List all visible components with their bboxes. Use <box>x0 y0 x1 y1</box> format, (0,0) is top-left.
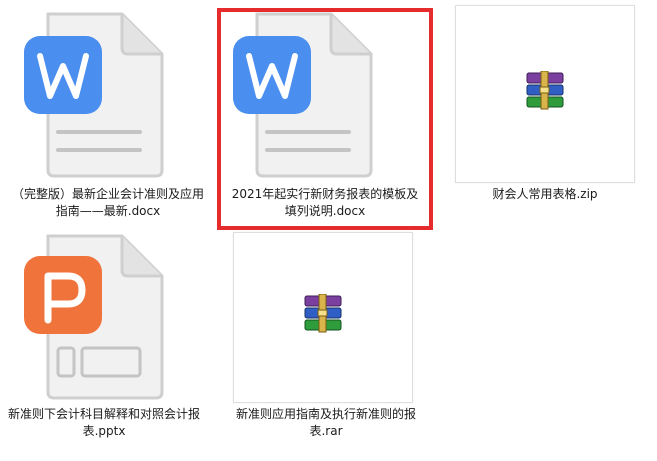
file-name-label: 新准则下会计科目解释和对照会计报表.pptx <box>7 407 200 438</box>
file-item-pptx[interactable]: 新准则下会计科目解释和对照会计报表.pptx <box>0 232 215 461</box>
file-item-docx-2[interactable]: 2021年起实行新财务报表的模板及填列说明.docx <box>217 8 433 230</box>
winrar-archive-icon <box>526 71 564 110</box>
wps-presentation-icon <box>24 234 164 400</box>
file-name-label: 财会人常用表格.zip <box>492 187 598 201</box>
wps-writer-icon <box>233 12 373 178</box>
file-name-label: 新准则应用指南及执行新准则的报表.rar <box>235 407 416 438</box>
winrar-archive-icon <box>304 294 342 333</box>
wps-writer-icon <box>24 12 164 178</box>
file-name-label: 2021年起实行新财务报表的模板及填列说明.docx <box>231 187 419 218</box>
file-name-label: （完整版）最新企业会计准则及应用指南——最新.docx <box>11 187 204 218</box>
file-item-rar[interactable]: 新准则应用指南及执行新准则的报表.rar <box>218 232 433 461</box>
file-item-zip[interactable]: 财会人常用表格.zip <box>440 0 657 230</box>
file-item-docx-1[interactable]: （完整版）最新企业会计准则及应用指南——最新.docx <box>0 0 215 230</box>
